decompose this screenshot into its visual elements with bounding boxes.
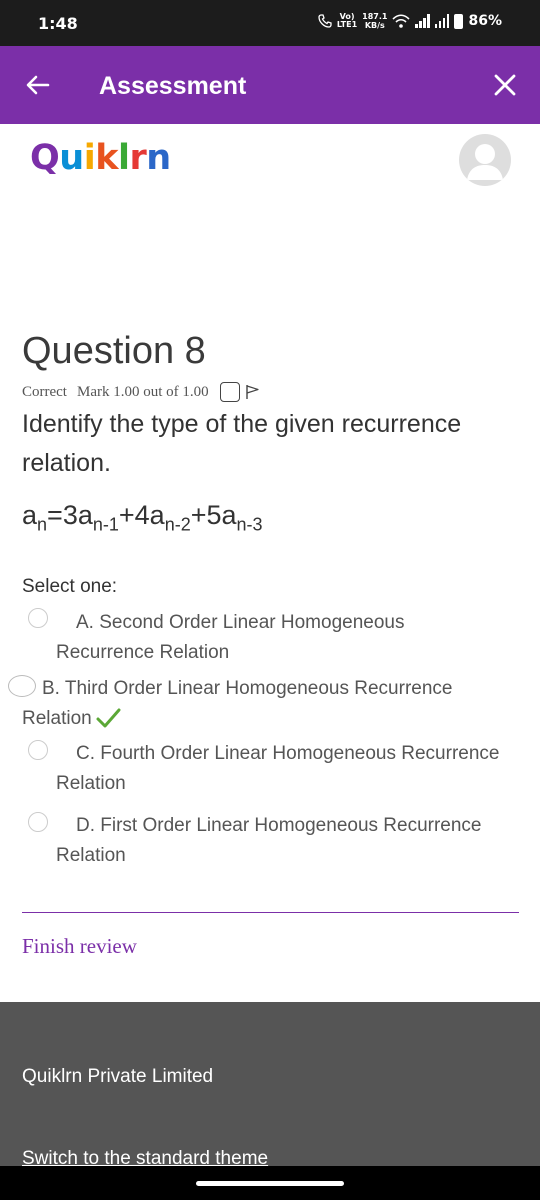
formula-subscript: n-2 [164, 514, 191, 535]
volte-bottom: LTE1 [336, 20, 358, 29]
signal-icon-1 [415, 14, 430, 28]
select-one-label: Select one: [22, 576, 118, 597]
option-label-cont: Relation [56, 773, 126, 794]
status-icons: Vo) LTE1 187.1 KB/s 86% [318, 12, 502, 30]
close-icon[interactable] [490, 70, 520, 100]
net-speed-unit: KB/s [364, 21, 385, 30]
system-nav-bar [0, 1166, 540, 1200]
option-label: B. Third Order Linear Homogeneous Recurr… [42, 678, 453, 699]
divider [22, 912, 519, 913]
home-gesture-handle[interactable] [196, 1181, 344, 1186]
question-mark: Mark 1.00 out of 1.00 [76, 383, 209, 400]
net-speed-value: 187.1 [362, 12, 388, 21]
radio-button[interactable] [28, 608, 48, 628]
option-label-cont: Recurrence Relation [56, 642, 230, 663]
formula-subscript: n-3 [236, 514, 263, 535]
formula-term: +4a [118, 500, 165, 530]
question-title: Question 8 [22, 330, 206, 372]
status-time: 1:48 [38, 14, 78, 33]
finish-review-link[interactable]: Finish review [22, 934, 137, 959]
net-speed: 187.1 KB/s [362, 12, 387, 30]
option-label: D. First Order Linear Homogeneous Recurr… [76, 815, 482, 836]
formula-subscript: n-1 [92, 514, 119, 535]
option-label-cont: Relation [56, 845, 126, 866]
option-label: A. Second Order Linear Homogeneous [76, 612, 405, 633]
flag-question-checkbox[interactable] [219, 382, 240, 402]
formula-term: a [22, 500, 38, 530]
page-title: Assessment [99, 72, 247, 100]
radio-button[interactable] [28, 740, 48, 760]
footer: Quiklrn Private Limited Switch to the st… [0, 1002, 540, 1169]
battery-level: 86% [468, 13, 502, 29]
flag-icon[interactable] [245, 384, 261, 400]
formula-subscript: n [37, 514, 48, 535]
user-avatar[interactable] [459, 134, 511, 186]
answer-option-c[interactable]: C. Fourth Order Linear Homogeneous Recur… [22, 739, 522, 799]
option-label: C. Fourth Order Linear Homogeneous Recur… [76, 743, 500, 764]
radio-button[interactable] [28, 812, 48, 832]
question-status: Correct [22, 383, 67, 400]
correct-check-icon [96, 708, 121, 728]
question-text: Identify the type of the given recurrenc… [22, 410, 462, 477]
signal-icon-2 [434, 14, 450, 28]
answer-option-a[interactable]: A. Second Order Linear Homogeneous Recur… [22, 608, 522, 668]
app-bar: Assessment [0, 46, 540, 124]
wifi-icon [392, 14, 411, 28]
company-name: Quiklrn Private Limited [22, 1066, 214, 1087]
radio-button-selected[interactable] [8, 675, 36, 697]
user-icon [467, 144, 503, 180]
volte-indicator: Vo) LTE1 [337, 13, 357, 29]
status-bar: 1:48 Vo) LTE1 187.1 KB/s 86% [0, 0, 540, 46]
back-arrow-icon[interactable] [22, 69, 54, 101]
answer-option-d[interactable]: D. First Order Linear Homogeneous Recurr… [22, 811, 522, 871]
battery-icon [454, 13, 464, 29]
call-icon [318, 14, 332, 28]
formula-term: =3a [47, 500, 93, 530]
answer-option-b[interactable]: B. Third Order Linear Homogeneous Recurr… [8, 674, 522, 734]
option-label-cont: Relation [22, 708, 92, 729]
brand-logo[interactable]: Quiklrn [30, 138, 171, 178]
question-formula: an=3an-1+4an-2+5an-3 [22, 500, 263, 535]
formula-term: +5a [190, 500, 237, 530]
question-info: Correct Mark 1.00 out of 1.00 [22, 382, 261, 402]
